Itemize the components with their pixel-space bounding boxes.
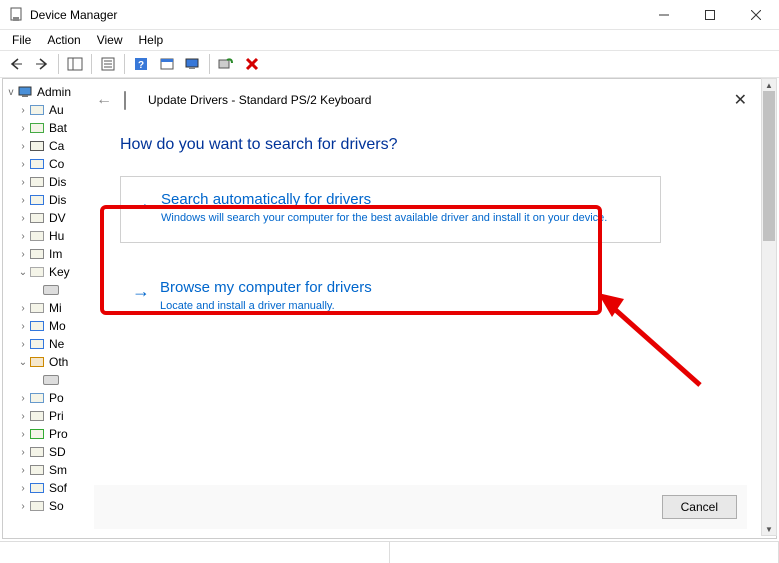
dialog-back-button[interactable]: ← [96, 91, 124, 109]
uninstall-button[interactable] [240, 52, 264, 76]
menu-help[interactable]: Help [131, 33, 172, 47]
monitor-button[interactable] [181, 52, 205, 76]
forward-button[interactable] [30, 52, 54, 76]
vertical-scrollbar[interactable]: ▲ ▼ [761, 78, 777, 536]
option-browse-computer[interactable]: → Browse my computer for drivers Locate … [120, 265, 661, 330]
tree-item[interactable]: ›Hu [3, 227, 83, 245]
tree-item[interactable]: ›Co [3, 155, 83, 173]
menu-action[interactable]: Action [39, 33, 88, 47]
arrow-right-icon: → [132, 279, 160, 314]
tree-item[interactable]: ⌄Key [3, 263, 83, 281]
update-driver-dialog: ← Update Drivers - Standard PS/2 Keyboar… [84, 82, 757, 535]
option-search-automatically[interactable]: → Search automatically for drivers Windo… [120, 176, 661, 243]
device-tree[interactable]: vAdmin›Au›Bat›Ca›Co›Dis›Dis›DV›Hu›Im⌄Key… [3, 79, 83, 538]
back-button[interactable] [4, 52, 28, 76]
tree-item[interactable]: ›Dis [3, 191, 83, 209]
option2-desc: Locate and install a driver manually. [160, 299, 645, 314]
show-hide-tree-button[interactable] [63, 52, 87, 76]
status-bar [0, 541, 779, 563]
tree-item[interactable]: ›Au [3, 101, 83, 119]
tree-subitem[interactable] [3, 371, 83, 389]
tree-item[interactable]: ›Mo [3, 317, 83, 335]
dialog-question: How do you want to search for drivers? [120, 136, 757, 154]
tree-item[interactable]: ›Ne [3, 335, 83, 353]
tree-item[interactable]: ›Pri [3, 407, 83, 425]
option1-title: Search automatically for drivers [161, 191, 644, 208]
action-button[interactable] [155, 52, 179, 76]
tree-item[interactable]: ›Ca [3, 137, 83, 155]
menu-file[interactable]: File [4, 33, 39, 47]
tree-item[interactable]: ›Bat [3, 119, 83, 137]
tree-item[interactable]: ›Dis [3, 173, 83, 191]
toolbar: ? [0, 50, 779, 78]
option2-title: Browse my computer for drivers [160, 279, 645, 296]
tree-root[interactable]: vAdmin [3, 83, 83, 101]
tree-item[interactable]: ⌄Oth [3, 353, 83, 371]
scroll-up-arrow[interactable]: ▲ [762, 79, 776, 91]
app-icon [8, 7, 24, 23]
menu-bar: File Action View Help [0, 30, 779, 50]
tree-item[interactable]: ›Im [3, 245, 83, 263]
svg-text:?: ? [138, 60, 144, 71]
properties-button[interactable] [96, 52, 120, 76]
close-button[interactable] [733, 0, 779, 30]
maximize-button[interactable] [687, 0, 733, 30]
help-button[interactable]: ? [129, 52, 153, 76]
tree-item[interactable]: ›Sm [3, 461, 83, 479]
option1-desc: Windows will search your computer for th… [161, 211, 644, 226]
scroll-thumb[interactable] [763, 91, 775, 241]
tree-item[interactable]: ›SD [3, 443, 83, 461]
dialog-close-button[interactable]: ✕ [734, 90, 747, 110]
arrow-right-icon: → [133, 191, 161, 226]
dialog-footer: Cancel [94, 485, 747, 529]
scroll-down-arrow[interactable]: ▼ [762, 523, 776, 535]
tree-subitem[interactable] [3, 281, 83, 299]
keyboard-icon [124, 92, 140, 108]
tree-item[interactable]: ›DV [3, 209, 83, 227]
dialog-title: Update Drivers - Standard PS/2 Keyboard [148, 93, 371, 107]
title-bar: Device Manager [0, 0, 779, 30]
cancel-button[interactable]: Cancel [662, 495, 737, 519]
tree-item[interactable]: ›So [3, 497, 83, 515]
tree-item[interactable]: ›Po [3, 389, 83, 407]
tree-item[interactable]: ›Pro [3, 425, 83, 443]
tree-item[interactable]: ›Sof [3, 479, 83, 497]
scan-hw-button[interactable] [214, 52, 238, 76]
menu-view[interactable]: View [89, 33, 131, 47]
tree-item[interactable]: ›Mi [3, 299, 83, 317]
minimize-button[interactable] [641, 0, 687, 30]
window-title: Device Manager [30, 8, 641, 22]
